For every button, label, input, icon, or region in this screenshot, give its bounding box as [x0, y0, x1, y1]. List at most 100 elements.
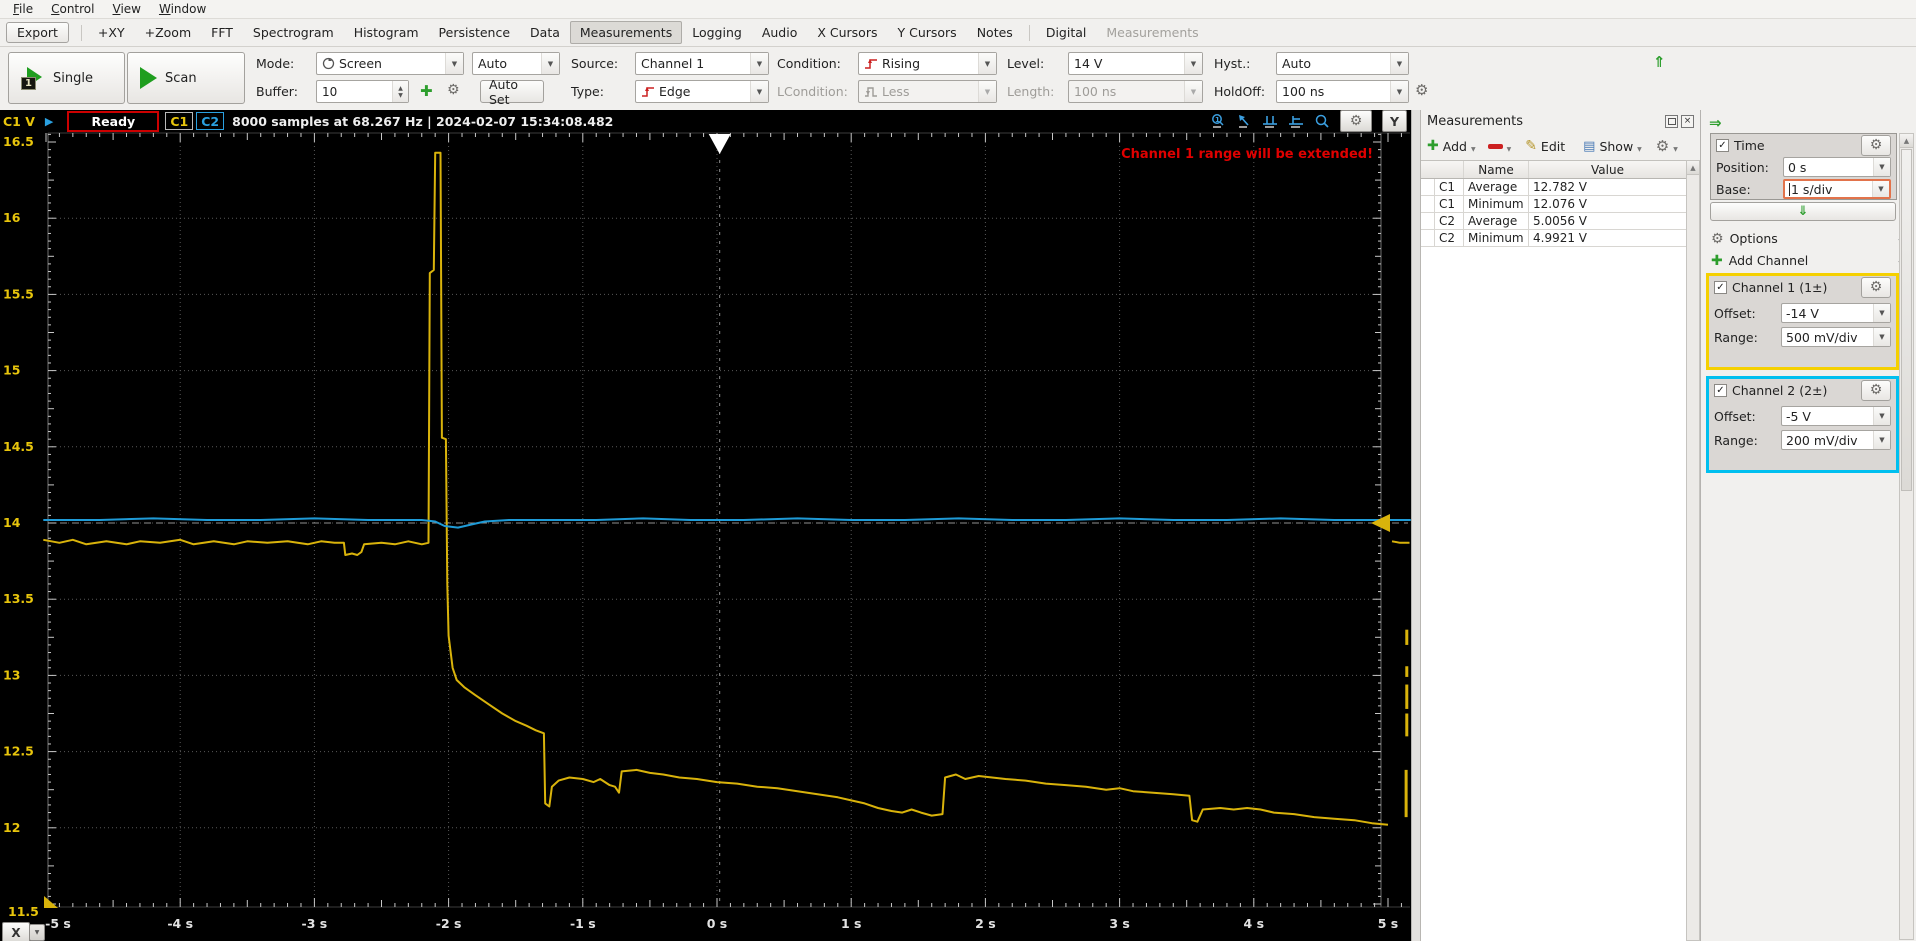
tab-notes[interactable]: Notes — [967, 21, 1023, 44]
add-dropdown-icon[interactable]: ▼ — [1471, 146, 1476, 153]
menu-view[interactable]: View — [103, 1, 149, 17]
scroll-up-icon[interactable]: ▲ — [1900, 134, 1913, 148]
measurements-gear-icon[interactable]: ⚙ — [1656, 138, 1669, 154]
edit-pencil-icon[interactable]: ✎ — [1525, 138, 1537, 154]
tab-fft[interactable]: FFT — [201, 21, 243, 44]
tab-measurements[interactable]: Measurements — [569, 21, 683, 44]
undock-panel-icon[interactable] — [1665, 114, 1678, 128]
scope-view[interactable]: 16.5 16 15.5 15 14.5 14 13.5 13 12.5 12 11.5 -5 s -4… — [0, 110, 1411, 941]
export-button[interactable]: Export — [6, 22, 69, 43]
trigger-type-select[interactable]: Edge ▼ — [635, 80, 769, 103]
menu-control[interactable]: Control — [42, 1, 103, 17]
single-button[interactable]: 1 Single — [8, 52, 125, 104]
table-row[interactable]: C1 Minimum 12.076 V — [1421, 196, 1686, 213]
add-measurement-button[interactable]: Add — [1443, 139, 1467, 154]
channel1-checkbox[interactable]: ✓ — [1714, 280, 1727, 294]
channel2-badge[interactable]: C2 — [196, 112, 225, 130]
tab-zoom[interactable]: +Zoom — [135, 21, 202, 44]
channel1-badge[interactable]: C1 — [165, 112, 194, 130]
show-menu-button[interactable]: Show — [1599, 139, 1633, 154]
time-apply-button[interactable]: ⇓ — [1710, 202, 1896, 221]
time-position-select[interactable]: 0 s ▼ — [1783, 157, 1891, 177]
plot-settings-button[interactable]: ⚙ — [1340, 110, 1372, 132]
channel-sidebar: ⇒ ✓ Time ⚙ Position: 0 s ▼ Base: 1 s/div ▼… — [1700, 110, 1916, 941]
edit-measurement-button[interactable]: Edit — [1541, 139, 1565, 154]
scroll-up-icon[interactable]: ▲ — [1687, 161, 1699, 175]
buffer-stepper[interactable]: 10 ▲ ▼ — [316, 80, 409, 103]
channel1-gear-button[interactable]: ⚙ — [1861, 276, 1891, 298]
table-row[interactable]: C2 Minimum 4.9921 V — [1421, 230, 1686, 247]
channel2-offset-select[interactable]: -5 V ▼ — [1781, 406, 1891, 426]
table-scrollbar[interactable]: ▲ — [1686, 160, 1700, 941]
zoom-tool-icon[interactable] — [1314, 113, 1330, 129]
add-buffer-icon[interactable]: ✚ — [420, 82, 433, 100]
channel2-checkbox[interactable]: ✓ — [1714, 383, 1727, 397]
menu-file[interactable]: File — [4, 1, 42, 17]
scrollbar-thumb[interactable] — [1901, 149, 1912, 491]
value-column-header[interactable]: Value — [1529, 161, 1686, 178]
tab-logging[interactable]: Logging — [682, 21, 752, 44]
expand-sidebar-icon[interactable]: ⇒ — [1709, 114, 1722, 132]
x-cursor-tool-icon[interactable] — [1262, 113, 1278, 129]
options-dropdown[interactable]: ⚙ Options ▼ — [1707, 229, 1907, 248]
add-measurement-icon[interactable]: ✚ — [1427, 138, 1439, 154]
add-channel-dropdown[interactable]: ✚ Add Channel ▼ — [1707, 251, 1907, 270]
tab-x-cursors[interactable]: X Cursors — [807, 21, 887, 44]
holdoff-select[interactable]: 100 ns ▼ — [1276, 80, 1409, 103]
show-list-icon[interactable]: ▤ — [1583, 139, 1595, 154]
trigger-source-select[interactable]: Channel 1 ▼ — [635, 52, 769, 75]
tab-digital[interactable]: Digital — [1036, 21, 1097, 44]
x-axis-dropdown-icon[interactable]: ▼ — [29, 924, 45, 941]
buffer-gear-icon[interactable]: ⚙ — [447, 83, 460, 99]
waveform-plot[interactable]: 16.5 16 15.5 15 14.5 14 13.5 13 12.5 12 11.5 -5 s -4… — [0, 110, 1411, 941]
run-arrow-icon[interactable]: ▶ — [45, 115, 53, 128]
sidebar-scrollbar[interactable]: ▲ — [1899, 133, 1914, 940]
channel1-range-select[interactable]: 500 mV/div ▼ — [1781, 327, 1891, 347]
pointer-tool-icon[interactable] — [1236, 113, 1252, 129]
x-axis-button[interactable]: X — [2, 922, 30, 941]
auto-set-button[interactable]: Auto Set — [480, 77, 544, 107]
mode-select[interactable]: Screen ▼ — [316, 52, 464, 75]
collapse-toolbar-icon[interactable]: ⇑ — [1653, 53, 1666, 71]
lcondition-value: Less — [882, 84, 910, 99]
remove-measurement-icon[interactable] — [1487, 143, 1503, 149]
table-row[interactable]: C1 Average 12.782 V — [1421, 179, 1686, 196]
tab-spectrogram[interactable]: Spectrogram — [243, 21, 344, 44]
svg-text:15.5: 15.5 — [3, 286, 34, 301]
tab-audio[interactable]: Audio — [752, 21, 808, 44]
time-base-input[interactable]: 1 s/div ▼ — [1783, 179, 1891, 199]
trigger-level-select[interactable]: 14 V ▼ — [1068, 52, 1203, 75]
time-gear-button[interactable]: ⚙ — [1861, 134, 1891, 156]
zoom-reset-icon[interactable]: 1 — [1210, 113, 1226, 129]
gear-dropdown-icon[interactable]: ▼ — [1673, 146, 1678, 153]
remove-dropdown-icon[interactable]: ▼ — [1507, 146, 1512, 153]
channel2-gear-button[interactable]: ⚙ — [1861, 379, 1891, 401]
svg-text:16.5: 16.5 — [3, 134, 34, 149]
channel1-offset-select[interactable]: -14 V ▼ — [1781, 303, 1891, 323]
name-column-header[interactable]: Name — [1464, 161, 1529, 178]
channel2-range-select[interactable]: 200 mV/div ▼ — [1781, 430, 1891, 450]
tab-persistence[interactable]: Persistence — [429, 21, 521, 44]
y-cursor-tool-icon[interactable] — [1288, 113, 1304, 129]
trigger-condition-select[interactable]: Rising ▼ — [858, 52, 997, 75]
tab-histogram[interactable]: Histogram — [344, 21, 429, 44]
row-name: Minimum — [1464, 230, 1529, 246]
trigger-mode-select[interactable]: Auto ▼ — [472, 52, 560, 75]
time-checkbox[interactable]: ✓ — [1716, 138, 1729, 152]
separator — [80, 24, 82, 41]
menu-window[interactable]: Window — [150, 1, 215, 17]
tab-data[interactable]: Data — [520, 21, 570, 44]
range-value: 500 mV/div — [1786, 329, 1858, 345]
hysteresis-select[interactable]: Auto ▼ — [1276, 52, 1409, 75]
tab-xy[interactable]: +XY — [88, 21, 135, 44]
show-dropdown-icon[interactable]: ▼ — [1637, 146, 1642, 153]
close-panel-icon[interactable]: × — [1681, 114, 1694, 128]
spinner-arrows-icon[interactable]: ▲ ▼ — [392, 81, 408, 102]
table-row[interactable]: C2 Average 5.0056 V — [1421, 213, 1686, 230]
scan-button[interactable]: Scan — [127, 52, 245, 104]
trigger-gear-icon[interactable]: ⚙ — [1415, 83, 1428, 99]
tab-y-cursors[interactable]: Y Cursors — [887, 21, 966, 44]
measurements-table[interactable]: Name Value C1 Average 12.782 V C1 Minimu… — [1421, 160, 1686, 941]
panel-splitter[interactable] — [1411, 110, 1421, 941]
y-axis-button[interactable]: Y — [1382, 110, 1407, 132]
